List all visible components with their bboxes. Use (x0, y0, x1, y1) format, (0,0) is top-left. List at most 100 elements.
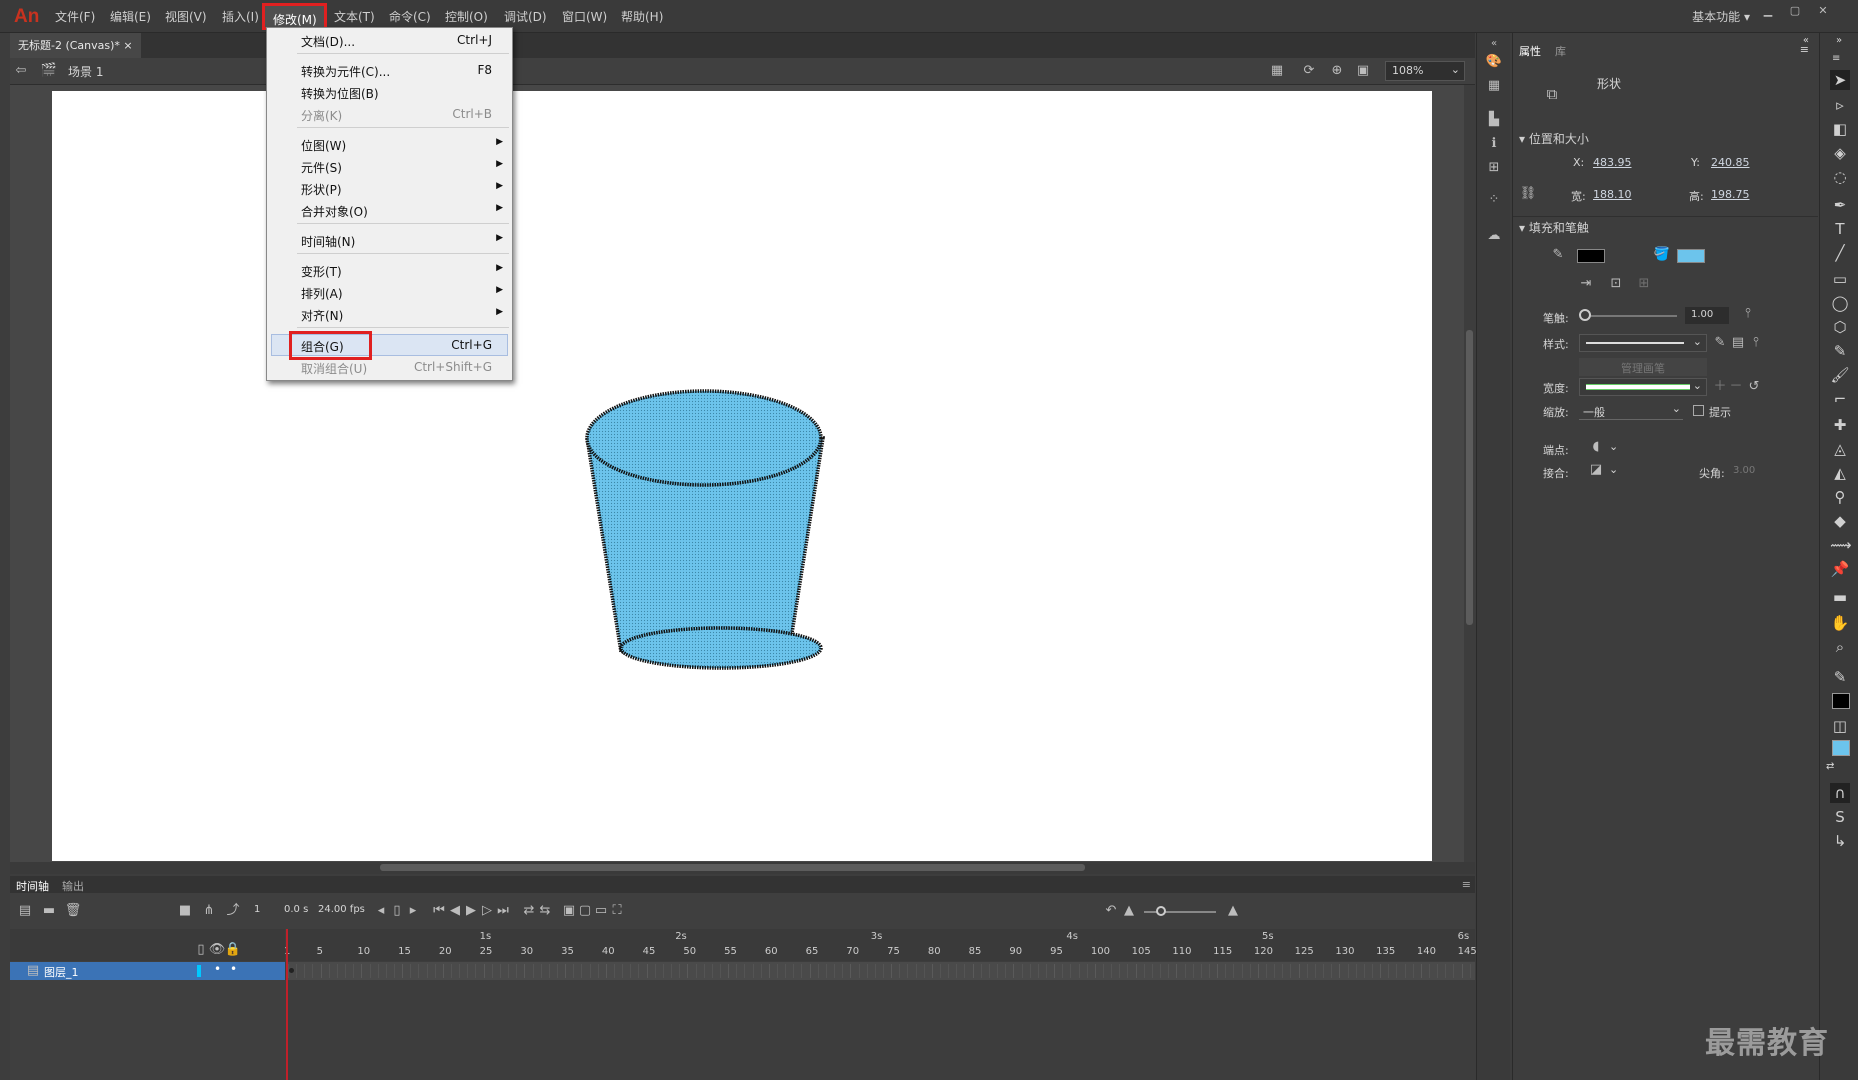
frame-zoom-slider[interactable] (1144, 911, 1216, 913)
frame-cell[interactable] (1412, 964, 1414, 978)
frame-cell[interactable] (923, 964, 925, 978)
frame-cell[interactable] (817, 964, 819, 978)
frame-cell[interactable] (508, 964, 510, 978)
menu-view[interactable]: 视图(V) (165, 8, 207, 25)
frame-cell[interactable] (736, 964, 738, 978)
pin-tool-icon[interactable]: 📌 (1830, 559, 1850, 579)
menu-edit[interactable]: 编辑(E) (110, 8, 151, 25)
chevron-down-icon[interactable]: ⌄ (1609, 463, 1618, 476)
next-keyframe-icon[interactable]: ▸ (404, 902, 422, 920)
frame-cell[interactable] (369, 964, 371, 978)
collapse-icon[interactable]: » (1836, 35, 1842, 46)
frame-cell[interactable] (1078, 964, 1080, 978)
frame-cell[interactable] (1331, 964, 1333, 978)
bone-tool-icon[interactable]: ✚ (1830, 415, 1850, 435)
brush-tool-icon[interactable]: ⌐ (1830, 389, 1850, 409)
info-icon[interactable]: ℹ (1485, 135, 1503, 153)
pen-tool-icon[interactable]: ✒ (1830, 195, 1850, 215)
lasso-tool-icon[interactable]: ◌ (1830, 167, 1850, 187)
new-folder-icon[interactable]: ▬ (40, 902, 58, 920)
frame-cell[interactable] (1176, 964, 1178, 978)
frame-cell[interactable] (874, 964, 876, 978)
frame-cell[interactable] (573, 964, 575, 978)
frame-cell[interactable] (410, 964, 412, 978)
frame-cell[interactable] (931, 964, 933, 978)
frame-cell[interactable] (1469, 964, 1471, 978)
frame-cell[interactable] (703, 964, 705, 978)
frame-cell[interactable] (752, 964, 754, 978)
frame-ruler[interactable]: 1510152025303540455055606570758085909510… (284, 929, 1477, 961)
frame-cell[interactable] (426, 964, 428, 978)
frame-cell[interactable] (1094, 964, 1096, 978)
frame-cell[interactable] (475, 964, 477, 978)
menu-window[interactable]: 窗口(W) (562, 8, 607, 25)
frame-cell[interactable] (614, 964, 615, 978)
menu-commands[interactable]: 命令(C) (389, 8, 431, 25)
snap-magnet-icon[interactable]: ∩ (1830, 783, 1850, 803)
delete-layer-icon[interactable]: 🗑 (64, 902, 82, 920)
fill-stroke-header[interactable]: ▾ 填充和笔触 (1519, 219, 1589, 236)
subselection-tool-icon[interactable]: ▹ (1830, 95, 1850, 115)
selection-tool-icon[interactable]: ➤ (1830, 70, 1850, 90)
frame-cell[interactable] (1013, 964, 1015, 978)
frame-cell[interactable] (1208, 964, 1210, 978)
frame-cell[interactable] (451, 964, 452, 978)
frame-cell[interactable] (491, 964, 493, 978)
frame-cell[interactable] (516, 964, 518, 978)
frame-cell[interactable] (622, 964, 624, 978)
frame-cell[interactable] (638, 964, 640, 978)
cc-libraries-icon[interactable]: ☁ (1485, 227, 1503, 245)
menu-item-shape[interactable]: 形状(P) ▶ (267, 177, 512, 199)
menu-item-bitmap[interactable]: 位图(W) ▶ (267, 133, 512, 155)
frame-cell[interactable] (385, 964, 387, 978)
frame-cell[interactable] (434, 964, 436, 978)
horizontal-scrollbar[interactable] (10, 862, 1475, 874)
straighten-icon[interactable]: ↳ (1830, 831, 1850, 851)
frame-cell[interactable] (842, 964, 844, 978)
frame-cell[interactable] (891, 964, 893, 978)
edit-scene-icon[interactable]: ▦ (1268, 62, 1286, 80)
fill-color-tool-swatch[interactable] (1832, 740, 1850, 756)
horizontal-scroll-thumb[interactable] (380, 864, 1085, 871)
frame-cell[interactable] (907, 964, 909, 978)
edit-symbol-icon[interactable]: ⟳ (1300, 62, 1318, 80)
frame-cell[interactable] (540, 964, 542, 978)
frame-cell[interactable] (1380, 964, 1382, 978)
keyframe-dot[interactable] (289, 968, 294, 973)
menu-item-transform[interactable]: 变形(T) ▶ (267, 259, 512, 281)
canvas-stage[interactable] (52, 91, 1432, 861)
menu-item-document[interactable]: 文档(D)... Ctrl+J (267, 29, 512, 51)
frame-cell[interactable] (997, 964, 999, 978)
frame-cell[interactable] (1388, 964, 1390, 978)
frame-cell[interactable] (850, 964, 852, 978)
scale-select[interactable]: 一般 ⌄ (1579, 402, 1683, 420)
transform-panel-icon[interactable]: ⊞ (1485, 159, 1503, 177)
document-tab[interactable]: 无标题-2 (Canvas)* × (10, 33, 141, 58)
parenting-icon[interactable]: ⋔ (200, 902, 218, 920)
frame-cell[interactable] (1143, 964, 1145, 978)
frame-cell[interactable] (1200, 964, 1202, 978)
frame-cell[interactable] (964, 964, 966, 978)
frame-cell[interactable] (524, 964, 526, 978)
frame-cell[interactable] (442, 964, 444, 978)
components-icon[interactable]: ⁘ (1485, 191, 1503, 209)
frame-cell[interactable] (1429, 964, 1430, 978)
cap-icon[interactable]: ◖ (1587, 438, 1605, 456)
layer-lock-dot[interactable]: • (230, 962, 237, 976)
maximize-button[interactable]: ▢ (1784, 4, 1806, 18)
stroke-width-slider[interactable] (1585, 315, 1677, 317)
frame-cell[interactable] (801, 964, 803, 978)
menu-item-convert-to-bitmap[interactable]: 转换为位图(B) (267, 81, 512, 103)
frame-cell[interactable] (1119, 964, 1121, 978)
frame-cell[interactable] (1257, 964, 1259, 978)
tab-timeline[interactable]: 时间轴 (16, 878, 49, 894)
frame-cell[interactable] (402, 964, 404, 978)
link-icon[interactable]: ⛓ (1519, 185, 1537, 203)
clip-content-icon[interactable]: ▣ (1354, 62, 1372, 80)
reset-width-icon[interactable]: ↺ (1745, 378, 1763, 396)
menu-insert[interactable]: 插入(I) (222, 8, 259, 25)
menu-item-combine-objects[interactable]: 合并对象(O) ▶ (267, 199, 512, 221)
frame-cell[interactable] (1437, 964, 1439, 978)
playhead[interactable] (286, 929, 288, 1080)
frame-cell[interactable] (1282, 964, 1284, 978)
